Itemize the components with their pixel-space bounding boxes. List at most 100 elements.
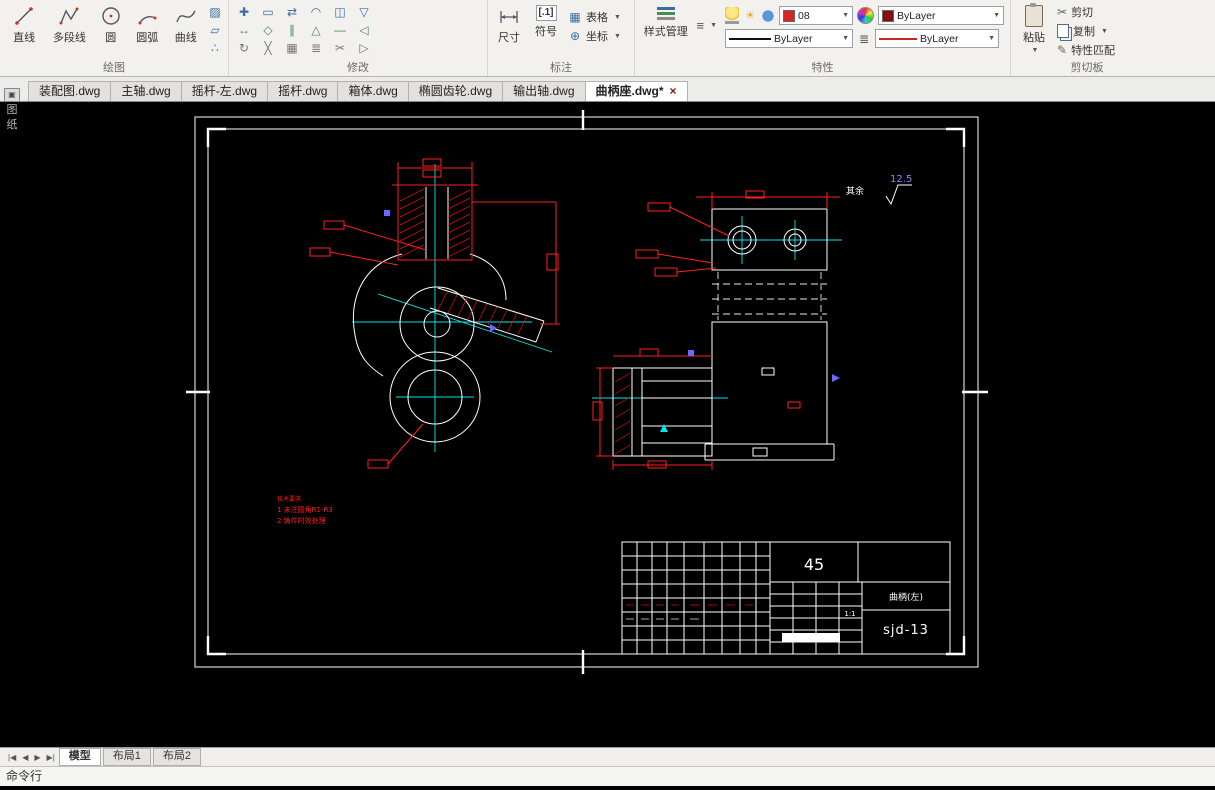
palette-icon[interactable]: ▣ [4,88,20,102]
style-manager-button[interactable]: 样式管理 [639,2,692,61]
file-tab-label: 箱体.dwg [348,84,398,98]
layer-on-icon[interactable] [725,7,739,24]
draw-extra-tools: ▨ ▱ ∴ [206,2,224,61]
modify-icon[interactable]: ≣ [307,40,325,57]
side-view [592,190,842,461]
layer-select[interactable]: ByLayer ▼ [878,6,1004,25]
modify-icon[interactable]: ◇ [259,22,277,39]
file-tab[interactable]: 椭圆齿轮.dwg [407,81,504,101]
linetype-select[interactable]: ByLayer ▼ [875,29,999,48]
style-manager-label: 样式管理 [643,26,688,38]
arc-button[interactable]: 圆弧 [129,2,165,61]
point-icon[interactable]: ∴ [206,40,224,57]
modify-icon[interactable]: — [331,22,349,39]
modify-icon[interactable]: ◠ [307,4,325,21]
file-tab-label: 椭圆齿轮.dwg [418,84,493,98]
tab-layout1[interactable]: 布局1 [102,748,151,766]
modify-icon[interactable]: ╳ [259,40,277,57]
modify-icon[interactable]: ↻ [235,40,253,57]
first-tab-arrow-icon[interactable]: |◀ [6,753,18,762]
paste-button[interactable]: 粘贴 ▼ [1015,2,1053,61]
prev-tab-arrow-icon[interactable]: ◀ [20,753,30,762]
front-view [309,158,560,469]
layer-lock-icon[interactable] [761,8,775,23]
last-tab-arrow-icon[interactable]: ▶| [45,753,57,762]
file-tab-active[interactable]: 曲柄座.dwg* × [584,81,688,101]
file-tab[interactable]: 摇杆.dwg [267,81,339,101]
file-tab[interactable]: 摇杆-左.dwg [180,81,269,101]
line-label: 直线 [13,32,36,44]
coordinate-button[interactable]: ⊕ 坐标 ▼ [566,27,623,45]
file-tab-label: 摇杆.dwg [278,84,328,98]
close-icon[interactable]: × [670,82,677,101]
layout-tab-bar: |◀ ◀ ▶ ▶| 模型 布局1 布局2 [0,747,1215,766]
drawing-canvas[interactable]: ▣ 图 纸 其余 12.5 技术要求 1 未注圆角R1-R3 2 铸件时效处理 … [0,88,1215,747]
circle-icon [102,7,120,25]
modify-icon[interactable]: ▦ [283,40,301,57]
modify-icon[interactable]: ⇄ [283,4,301,21]
modify-icon[interactable]: ▷ [355,40,373,57]
file-tab[interactable]: 主轴.dwg [110,81,182,101]
color-select[interactable]: 08 ▼ [779,6,853,25]
polyline-icon [59,7,79,25]
lineweight-select[interactable]: ByLayer ▼ [725,29,853,48]
arc-label: 圆弧 [136,32,159,44]
layer-freeze-icon[interactable]: ☀ [743,9,757,23]
cut-button[interactable]: ✂ 剪切 [1055,3,1117,21]
chevron-down-icon: ▼ [614,32,621,40]
polyline-button[interactable]: 多段线 [46,2,92,61]
circle-button[interactable]: 圆 [94,2,127,61]
next-tab-arrow-icon[interactable]: ▶ [32,753,42,762]
spline-button[interactable]: 曲线 [168,2,204,61]
chevron-down-icon: ▼ [993,12,1000,19]
ribbon: 直线 多段线 圆 圆弧 曲线 ▨ ▱ ∴ 绘图 ✚ ↔ ↻ ▭ ◇ ╳ ⇄ ∥ … [0,0,1215,77]
symbol-button[interactable]: [.1] 符号 [528,2,564,61]
modify-icon[interactable]: ◫ [331,4,349,21]
file-tab[interactable]: 箱体.dwg [337,81,409,101]
table-button[interactable]: ▦ 表格 ▼ [566,8,623,26]
coordinate-icon: ⊕ [569,28,581,43]
tab-layout2[interactable]: 布局2 [152,748,202,766]
copy-icon [1057,24,1069,38]
list-menu-button[interactable]: ≡ ▼ [694,16,719,34]
spline-label: 曲线 [174,32,197,44]
modify-icon[interactable]: ∥ [283,22,301,39]
lineweight-preview [729,37,771,40]
modify-icon[interactable]: ▽ [355,4,373,21]
chevron-down-icon: ▼ [710,21,717,29]
part-name: 曲柄(左) [889,591,923,603]
modify-icon[interactable]: △ [307,22,325,39]
file-tab-label: 装配图.dwg [39,84,101,98]
tab-model[interactable]: 模型 [58,748,101,766]
ribbon-panel-clipboard: 粘贴 ▼ ✂ 剪切 复制 ▼ ✎ 特性匹配 剪切板 [1011,0,1163,76]
arc-icon [138,16,157,25]
modify-icon[interactable]: ✚ [235,4,253,21]
brush-icon: ✎ [1057,43,1068,57]
coordinate-label: 坐标 [586,31,608,43]
color-swatch [783,9,795,22]
modify-icon[interactable]: ✂ [331,40,349,57]
modify-icon[interactable]: ↔ [235,22,253,39]
modify-icon[interactable]: ◁ [355,22,373,39]
side-palette[interactable]: ▣ 图 纸 [1,88,23,132]
modify-icon[interactable]: ▭ [259,4,277,21]
dimension-icon [500,11,518,23]
table-icon: ▦ [569,9,581,24]
ribbon-panel-draw: 直线 多段线 圆 圆弧 曲线 ▨ ▱ ∴ 绘图 [0,0,229,76]
note-line: 1 未注圆角R1-R3 [277,505,333,514]
line-button[interactable]: 直线 [4,2,44,61]
file-tab-label: 主轴.dwg [121,84,171,98]
region-icon[interactable]: ▱ [206,22,224,39]
color-wheel-icon[interactable] [857,7,874,24]
hatch-icon[interactable]: ▨ [206,4,224,21]
copy-button[interactable]: 复制 ▼ [1055,22,1117,40]
dimension-button[interactable]: 尺寸 [492,2,526,61]
chevron-down-icon: ▼ [1031,47,1039,54]
file-tab[interactable]: 装配图.dwg [28,81,112,101]
drawing-frame [186,110,988,674]
file-tab[interactable]: 输出轴.dwg [502,81,586,101]
command-line[interactable]: 命令行 [0,766,1215,786]
copy-label: 复制 [1073,26,1095,38]
match-properties-button[interactable]: ✎ 特性匹配 [1055,41,1117,59]
linetype-lines-icon[interactable]: ≣ [857,32,871,46]
